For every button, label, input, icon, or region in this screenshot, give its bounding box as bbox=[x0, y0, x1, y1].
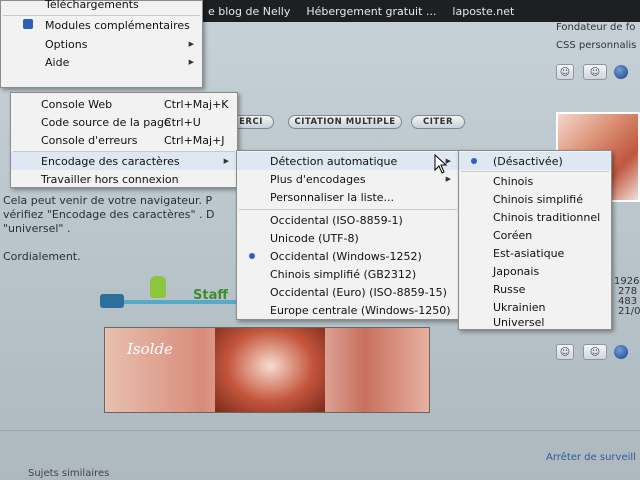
private-message-icon[interactable]: ☺ bbox=[583, 64, 607, 80]
menu-item-work-offline[interactable]: Travailler hors connexion bbox=[11, 170, 237, 188]
menu-item-page-source[interactable]: Code source de la page Ctrl+U bbox=[11, 113, 237, 131]
submenu-arrow-icon: ▶ bbox=[223, 157, 229, 165]
post-text-line-4: Cordialement. bbox=[3, 250, 81, 263]
bookmark-laposte[interactable]: laposte.net bbox=[444, 5, 522, 18]
website-globe-icon-2[interactable] bbox=[614, 345, 628, 359]
menu-item-more-encodings[interactable]: Plus d'encodages ▶ bbox=[237, 170, 459, 188]
post-text-line-2: vérifiez "Encodage des caractères" . D bbox=[3, 208, 215, 221]
menu-item-web-console[interactable]: Console Web Ctrl+Maj+K bbox=[11, 95, 237, 113]
stop-watching-link[interactable]: Arrêter de surveill bbox=[546, 452, 636, 463]
banner-portrait bbox=[215, 328, 325, 412]
menu-item-character-encoding[interactable]: Encodage des caractères ▶ bbox=[11, 152, 237, 170]
submenu-arrow-icon: ▶ bbox=[445, 175, 451, 183]
private-message-icon-2[interactable]: ☺ bbox=[583, 344, 607, 360]
website-globe-icon[interactable] bbox=[614, 65, 628, 79]
mouse-cursor-icon bbox=[434, 154, 448, 174]
post-text-line-1: Cela peut venir de votre navigateur. P bbox=[3, 194, 213, 207]
menu-separator bbox=[239, 209, 457, 210]
multi-quote-button[interactable]: CITATION MULTIPLE bbox=[288, 115, 402, 129]
menu-item-russian[interactable]: Russe bbox=[459, 280, 611, 298]
menu-item-chinese-simplified[interactable]: Chinois simplifié bbox=[459, 190, 611, 208]
menu-item-windows-1252[interactable]: Occidental (Windows-1252) bbox=[237, 247, 459, 265]
menu-item-windows-1250[interactable]: Europe centrale (Windows-1250) bbox=[237, 301, 459, 319]
menu-item-help[interactable]: Aide ▶ bbox=[1, 53, 202, 71]
menu-item-utf-8[interactable]: Unicode (UTF-8) bbox=[237, 229, 459, 247]
submenu-arrow-icon: ▶ bbox=[188, 58, 194, 66]
menu-item-error-console[interactable]: Console d'erreurs Ctrl+Maj+J bbox=[11, 131, 237, 149]
submenu-arrow-icon: ▶ bbox=[188, 40, 194, 48]
post-text-line-3: "universel" . bbox=[3, 222, 71, 235]
selected-radio-icon bbox=[471, 158, 477, 164]
menu-item-addons[interactable]: Modules complémentaires bbox=[1, 16, 202, 34]
menu-item-downloads[interactable]: Téléchargements bbox=[1, 0, 202, 13]
menu-item-customize-list[interactable]: Personnaliser la liste... bbox=[237, 188, 459, 206]
android-robot-icon bbox=[150, 276, 166, 298]
developer-menu: Console Web Ctrl+Maj+K Code source de la… bbox=[10, 92, 238, 188]
quote-button[interactable]: CITER bbox=[411, 115, 465, 129]
menu-item-gb2312[interactable]: Chinois simplifié (GB2312) bbox=[237, 265, 459, 283]
menu-item-auto-detect[interactable]: Détection automatique ▶ bbox=[237, 152, 459, 170]
profile-css-link[interactable]: CSS personnalis bbox=[556, 40, 636, 51]
similar-topics: Sujets similaires bbox=[28, 468, 110, 479]
menu-item-east-asian[interactable]: Est-asiatique bbox=[459, 244, 611, 262]
menu-item-universal[interactable]: Universel bbox=[459, 313, 611, 331]
profile-icon[interactable]: ☺ bbox=[556, 64, 574, 80]
menu-item-iso-8859-1[interactable]: Occidental (ISO-8859-1) bbox=[237, 211, 459, 229]
bookmark-hebergement[interactable]: Hébergement gratuit ... bbox=[298, 5, 444, 18]
stat-4: 21/0 bbox=[618, 306, 640, 317]
profile-title: Fondateur de fo bbox=[556, 22, 636, 33]
puzzle-icon bbox=[23, 19, 33, 29]
staff-label: Staff bbox=[193, 288, 228, 303]
menu-item-options[interactable]: Options ▶ bbox=[1, 35, 202, 53]
menu-item-chinese[interactable]: Chinois bbox=[459, 172, 611, 190]
signature-banner: Isolde bbox=[104, 327, 430, 413]
bookmarks-bar: e blog de Nelly Hébergement gratuit ... … bbox=[200, 0, 640, 22]
banner-name: Isolde bbox=[127, 340, 173, 358]
menu-item-iso-8859-15[interactable]: Occidental (Euro) (ISO-8859-15) bbox=[237, 283, 459, 301]
menu-item-japanese[interactable]: Japonais bbox=[459, 262, 611, 280]
encoding-menu: Détection automatique ▶ Plus d'encodages… bbox=[236, 150, 460, 320]
menu-item-korean[interactable]: Coréen bbox=[459, 226, 611, 244]
auto-detect-menu: (Désactivée) Chinois Chinois simplifié C… bbox=[458, 150, 612, 330]
profile-icon-2[interactable]: ☺ bbox=[556, 344, 574, 360]
bookmark-blog[interactable]: e blog de Nelly bbox=[200, 5, 298, 18]
selected-radio-icon bbox=[249, 253, 255, 259]
menu-item-disabled[interactable]: (Désactivée) bbox=[459, 152, 611, 170]
menu-item-chinese-traditional[interactable]: Chinois traditionnel bbox=[459, 208, 611, 226]
divider bbox=[0, 430, 640, 431]
tools-menu: Téléchargements Modules complémentaires … bbox=[0, 0, 203, 88]
plug-icon bbox=[100, 294, 124, 308]
